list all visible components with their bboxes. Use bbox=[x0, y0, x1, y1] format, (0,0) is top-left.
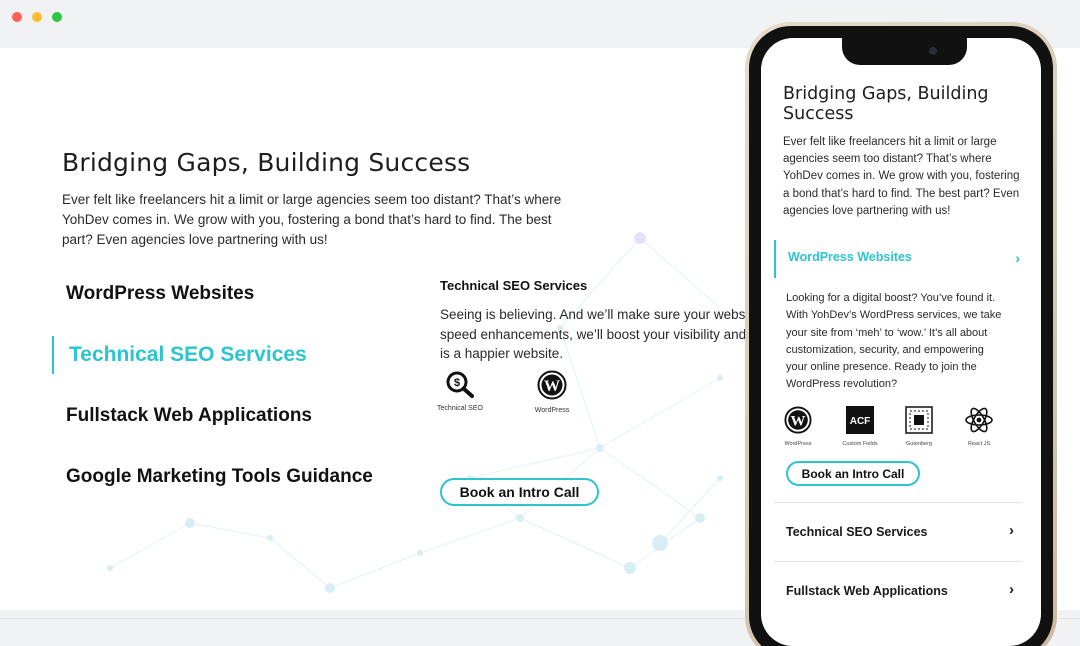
phone-notch bbox=[842, 38, 967, 65]
page-intro-line: YohDev comes in. We grow with you, foste… bbox=[62, 212, 552, 227]
mobile-book-intro-call-button[interactable]: Book an Intro Call bbox=[786, 461, 920, 486]
page-intro-line: Ever felt like freelancers hit a limit o… bbox=[62, 192, 562, 207]
mobile-desc-line: With YohDev’s WordPress services, we tak… bbox=[786, 309, 1002, 322]
tech-caption: Technical SEO bbox=[437, 405, 483, 412]
chevron-right-icon: › bbox=[1009, 581, 1014, 598]
page-intro-line: part? Even agencies love partnering with… bbox=[62, 232, 328, 247]
mobile-intro-line: agencies love partnering with us! bbox=[783, 204, 951, 217]
mobile-tech-acf: ACF Custom Fields bbox=[838, 406, 882, 447]
service-tab-google-marketing[interactable]: Google Marketing Tools Guidance bbox=[52, 446, 432, 507]
mobile-desc-line: customization, security, and empowering bbox=[786, 343, 984, 356]
seo-magnifier-icon: $ bbox=[446, 371, 474, 398]
mobile-accordion-fullstack[interactable]: Fullstack Web Applications › bbox=[786, 576, 1022, 606]
phone-bezel: Bridging Gaps, Building Success Ever fel… bbox=[749, 26, 1053, 646]
page-intro: Ever felt like freelancers hit a limit o… bbox=[62, 190, 582, 250]
acf-icon: ACF bbox=[846, 406, 874, 434]
tech-caption: WordPress bbox=[534, 407, 570, 414]
window-maximize-button[interactable] bbox=[52, 12, 62, 22]
mobile-tech-caption: WordPress bbox=[784, 441, 812, 447]
mobile-tech-icons: W WordPress ACF Custom Fields Gutenberg … bbox=[783, 406, 1023, 450]
service-tech-icons: $ Technical SEO W WordPress bbox=[437, 370, 640, 420]
tech-item-wordpress: W WordPress bbox=[522, 370, 582, 414]
mobile-accordion-wordpress[interactable]: WordPress Websites › bbox=[774, 240, 1022, 278]
mobile-accordion-label: WordPress Websites bbox=[788, 250, 912, 264]
service-detail-title: Technical SEO Services bbox=[440, 278, 588, 293]
mobile-desc-line: your site from ‘meh’ to ‘wow.’ It’s all … bbox=[786, 326, 988, 339]
service-tab-fullstack[interactable]: Fullstack Web Applications bbox=[52, 385, 432, 446]
mobile-tech-wordpress: W WordPress bbox=[776, 406, 820, 447]
services-list: WordPress Websites Technical SEO Service… bbox=[52, 263, 432, 507]
service-tab-wordpress[interactable]: WordPress Websites bbox=[52, 263, 432, 324]
svg-text:W: W bbox=[544, 378, 560, 395]
mobile-tech-caption: Custom Fields bbox=[842, 441, 878, 447]
mobile-divider bbox=[774, 502, 1022, 503]
mobile-title-line: Success bbox=[783, 104, 854, 124]
mobile-accordion-description: Looking for a digital boost? You’ve foun… bbox=[786, 290, 1026, 394]
mobile-intro-line: YohDev comes in. We grow with you, foste… bbox=[783, 170, 1020, 183]
chevron-right-icon: › bbox=[1015, 250, 1020, 266]
mobile-title-line: Bridging Gaps, Building bbox=[783, 84, 989, 104]
mobile-tech-gutenberg: Gutenberg bbox=[897, 406, 941, 447]
mobile-page-title: Bridging Gaps, Building Success bbox=[783, 84, 1023, 124]
gutenberg-icon bbox=[905, 406, 933, 434]
page-title: Bridging Gaps, Building Success bbox=[62, 148, 471, 177]
wordpress-icon: W bbox=[537, 370, 567, 400]
mobile-intro-line: a bond that’s hard to find. The best par… bbox=[783, 187, 1020, 200]
service-detail-line: Seeing is believing. And we’ll make sure… bbox=[440, 307, 749, 322]
mobile-desc-line: WordPress revolution? bbox=[786, 378, 898, 391]
window-minimize-button[interactable] bbox=[32, 12, 42, 22]
wordpress-icon: W bbox=[784, 406, 812, 434]
window-close-button[interactable] bbox=[12, 12, 22, 22]
mobile-intro-line: agencies seem too distant? That’s where bbox=[783, 153, 992, 166]
service-detail-text: Seeing is believing. And we’ll make sure… bbox=[440, 305, 770, 364]
mobile-tech-caption: React JS bbox=[967, 441, 991, 447]
mobile-desc-line: Looking for a digital boost? You’ve foun… bbox=[786, 292, 996, 304]
service-tab-technical-seo[interactable]: Technical SEO Services bbox=[52, 324, 432, 385]
mobile-accordion-label: Technical SEO Services bbox=[786, 525, 928, 539]
tech-item-seo: $ Technical SEO bbox=[430, 370, 490, 412]
mobile-intro: Ever felt like freelancers hit a limit o… bbox=[783, 134, 1033, 220]
service-detail-panel: Technical SEO Services Seeing is believi… bbox=[437, 278, 770, 506]
svg-text:ACF: ACF bbox=[850, 416, 871, 427]
mobile-accordion-label: Fullstack Web Applications bbox=[786, 584, 948, 598]
mobile-desc-line: your online presence. Ready to join the bbox=[786, 361, 977, 374]
svg-text:W: W bbox=[791, 414, 806, 430]
mobile-intro-line: Ever felt like freelancers hit a limit o… bbox=[783, 136, 997, 148]
mobile-accordion-technical-seo[interactable]: Technical SEO Services › bbox=[786, 517, 1022, 547]
mobile-divider bbox=[774, 561, 1022, 562]
phone-mockup: Bridging Gaps, Building Success Ever fel… bbox=[745, 22, 1057, 646]
react-icon bbox=[965, 407, 993, 433]
camera-icon bbox=[929, 47, 937, 55]
service-detail-line: is a happier website. bbox=[440, 346, 564, 361]
mobile-tech-caption: Gutenberg bbox=[906, 441, 932, 447]
mobile-tech-react: React JS bbox=[957, 406, 1001, 447]
phone-screen: Bridging Gaps, Building Success Ever fel… bbox=[761, 38, 1041, 646]
book-intro-call-button[interactable]: Book an Intro Call bbox=[440, 478, 599, 506]
svg-text:$: $ bbox=[454, 377, 460, 389]
chevron-right-icon: › bbox=[1009, 522, 1014, 539]
service-detail-line: speed enhancements, we’ll boost your vis… bbox=[440, 326, 747, 342]
